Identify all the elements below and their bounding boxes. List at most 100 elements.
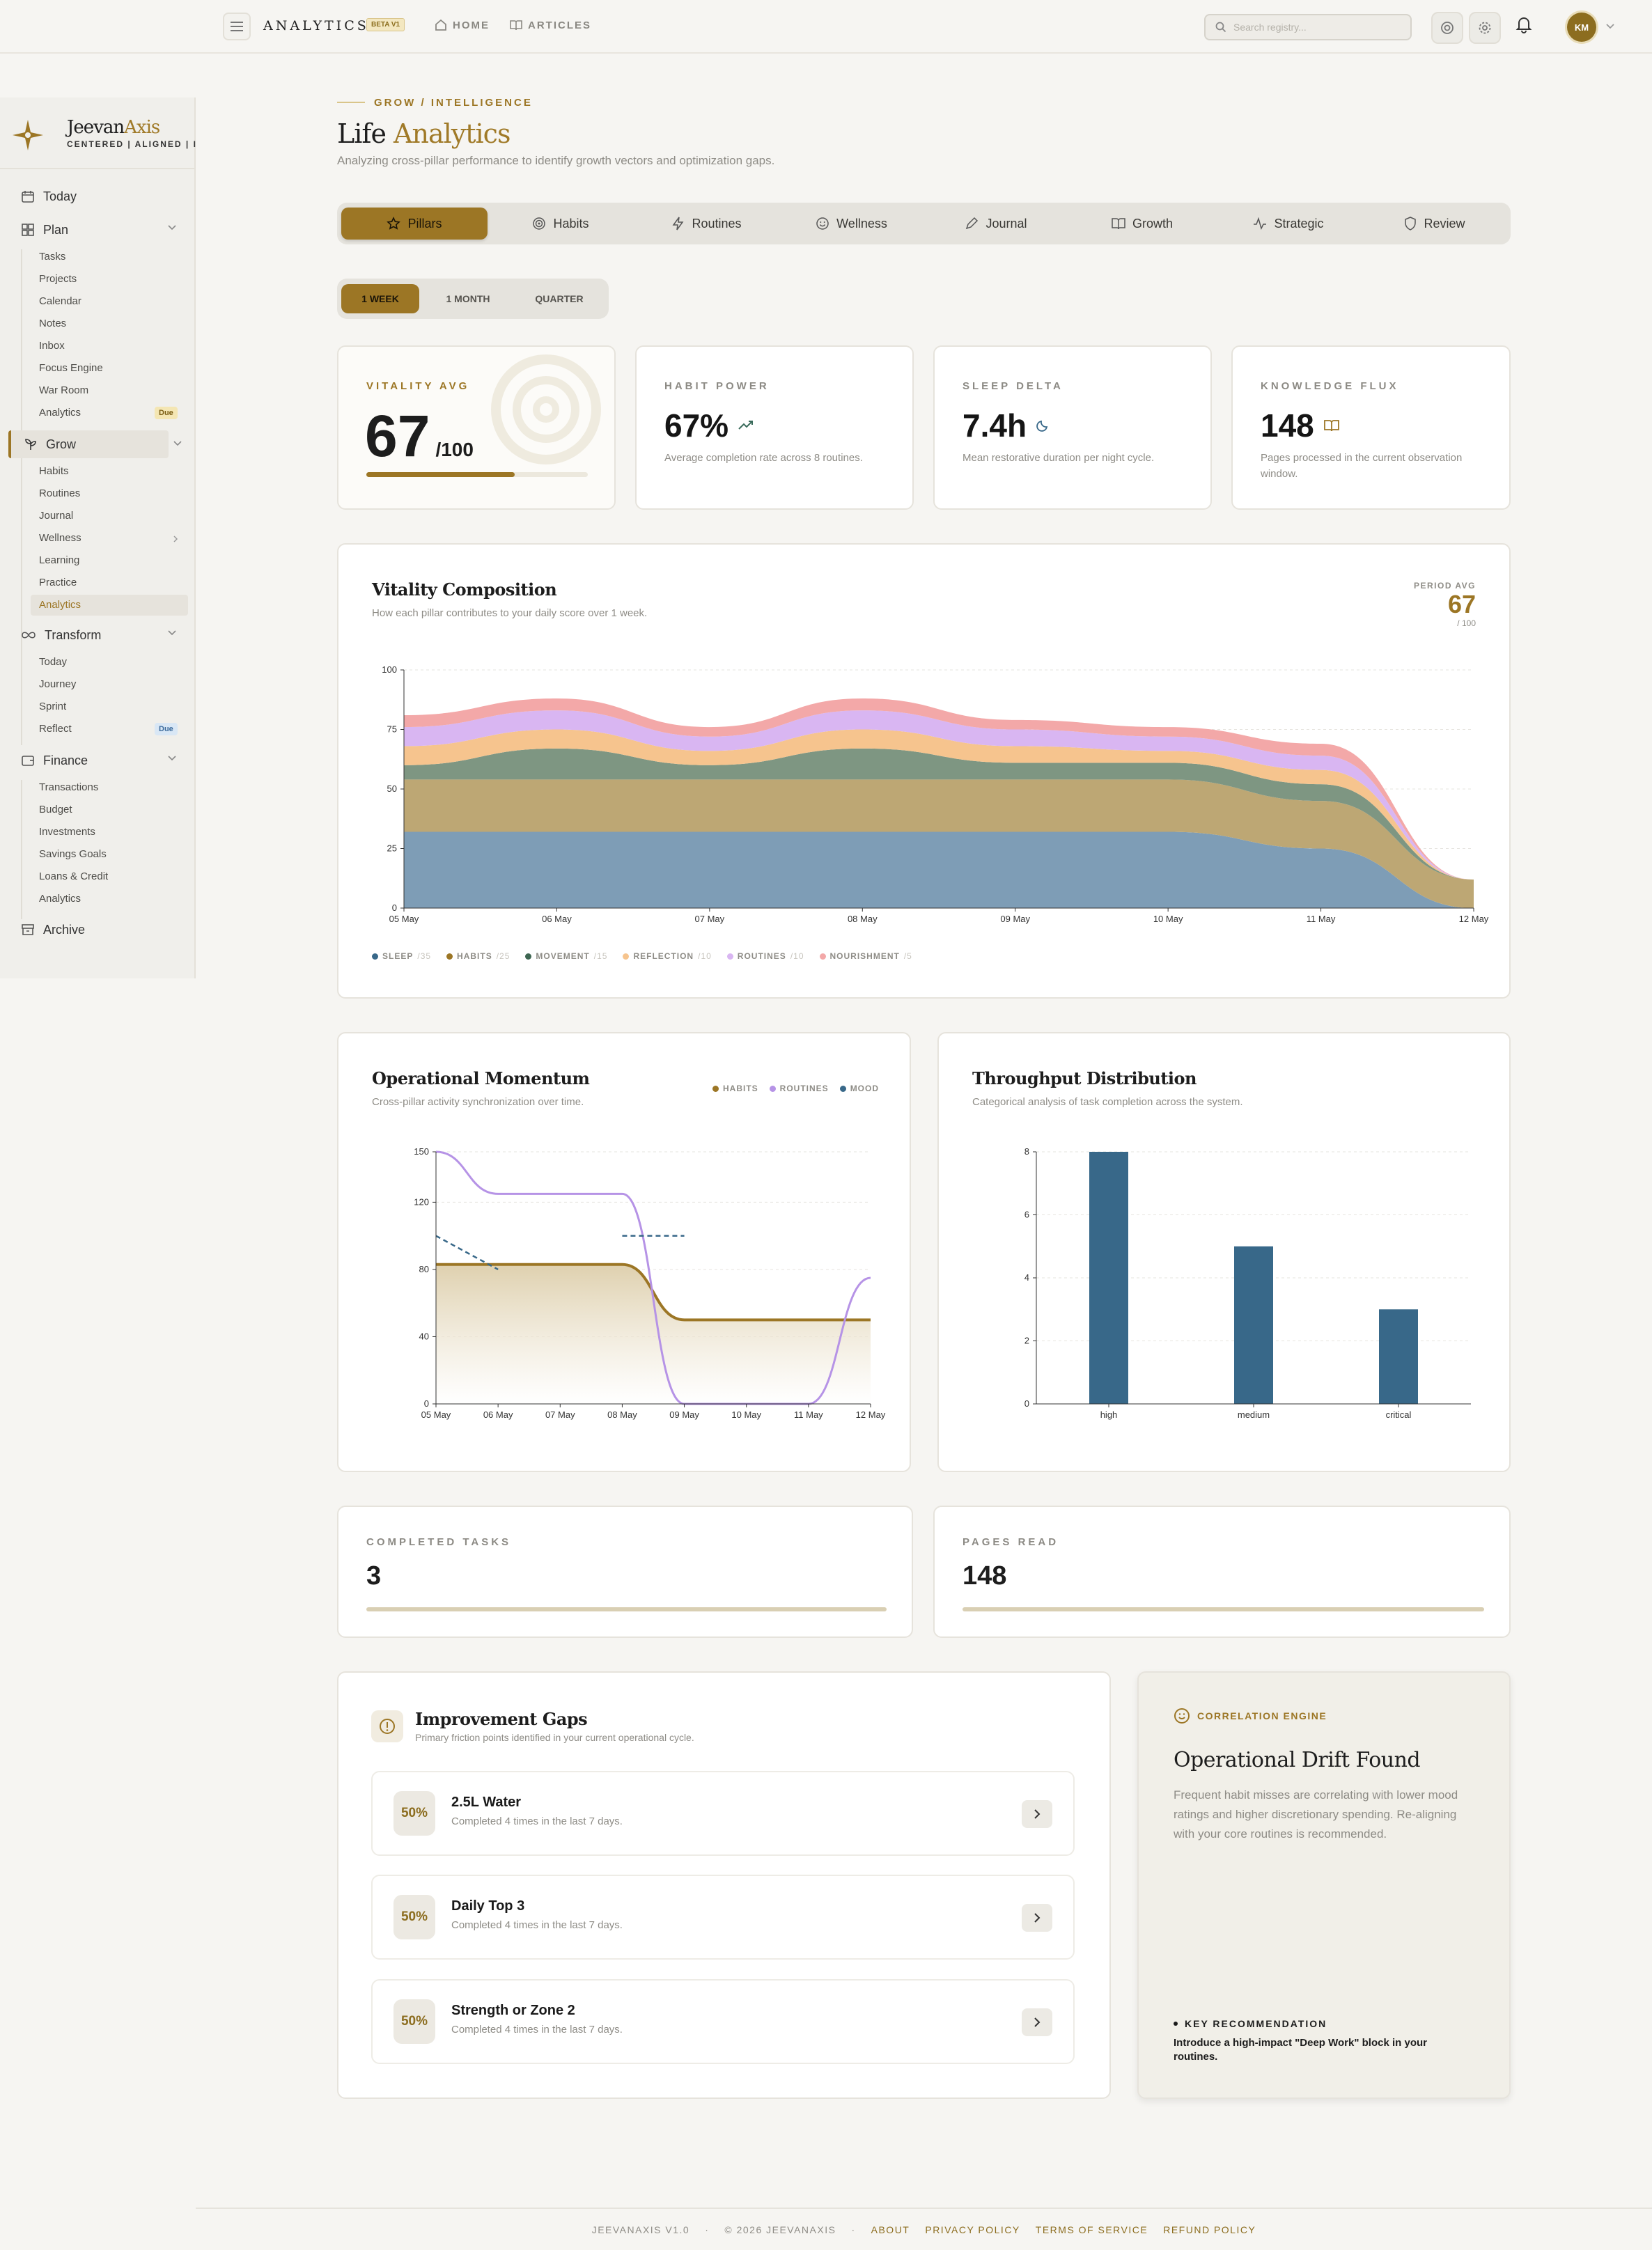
sidebar-item-transform-today[interactable]: Today	[39, 656, 67, 668]
nav-articles[interactable]: ARTICLES	[510, 19, 591, 31]
chevron-down-icon[interactable]	[167, 224, 177, 231]
sidebar-section-plan[interactable]: Plan	[8, 216, 187, 244]
sidebar-item-calendar[interactable]: Calendar	[39, 295, 81, 307]
gap-item[interactable]: 50% Strength or Zone 2 Completed 4 times…	[371, 1979, 1075, 2064]
footer-separator: ·	[705, 2224, 710, 2235]
habit-power-value-row: 67%	[664, 407, 754, 444]
sidebar-item-notes[interactable]: Notes	[39, 318, 66, 329]
sidebar-item-today[interactable]: Today	[8, 182, 187, 210]
gap-pct: 50%	[393, 1895, 435, 1939]
gap-open-button[interactable]	[1022, 2008, 1052, 2036]
menu-button[interactable]	[223, 13, 251, 40]
sidebar-item-finance-analytics[interactable]: Analytics	[39, 893, 81, 905]
tab-pillars[interactable]: Pillars	[341, 208, 488, 240]
vitality-progress-track	[366, 472, 588, 477]
tab-routines[interactable]: Routines	[641, 208, 773, 240]
x-tick-label: 09 May	[1000, 914, 1030, 924]
tab-wellness-label: Wellness	[836, 216, 887, 231]
support-button[interactable]	[1431, 12, 1463, 44]
sidebar-item-sprint[interactable]: Sprint	[39, 701, 66, 712]
x-tick-label: 12 May	[856, 1409, 886, 1420]
tab-review[interactable]: Review	[1369, 208, 1501, 240]
sidebar-item-wellness[interactable]: Wellness	[39, 532, 81, 544]
legend-label: ROUTINES	[737, 951, 786, 961]
chevron-down-icon[interactable]	[1605, 23, 1615, 30]
sidebar-item-loans-credit[interactable]: Loans & Credit	[39, 870, 108, 882]
sidebar-item-habits[interactable]: Habits	[39, 465, 69, 477]
sidebar-item-reflect[interactable]: Reflect	[39, 723, 72, 735]
notifications-button[interactable]	[1515, 15, 1536, 39]
sidebar-item-journal[interactable]: Journal	[39, 510, 73, 522]
bell-icon	[1515, 17, 1532, 33]
sidebar-item-journey[interactable]: Journey	[39, 678, 76, 690]
sidebar-brand[interactable]: JeevanAxis CENTERED | ALIGNED | IN	[0, 97, 196, 169]
chevron-right-icon[interactable]	[172, 535, 179, 543]
sidebar-item-projects[interactable]: Projects	[39, 273, 77, 285]
chevron-down-icon[interactable]	[167, 630, 177, 636]
tab-growth-label: Growth	[1132, 216, 1174, 231]
footer-link-refund[interactable]: REFUND POLICY	[1163, 2224, 1256, 2235]
legend-dot	[726, 953, 733, 960]
period-1-week[interactable]: 1 WEEK	[341, 284, 419, 313]
tab-wellness[interactable]: Wellness	[787, 208, 916, 240]
sidebar-section-grow[interactable]: Grow	[8, 430, 169, 458]
sidebar-section-transform[interactable]: Transform	[8, 621, 187, 649]
tab-journal[interactable]: Journal	[933, 208, 1059, 240]
tab-strategic-label: Strategic	[1274, 216, 1324, 231]
sidebar-section-finance[interactable]: Finance	[8, 747, 187, 774]
sidebar-item-plan-analytics[interactable]: Analytics	[39, 407, 81, 419]
transform-tree-line	[21, 655, 22, 745]
legend-weight: /5	[903, 951, 912, 961]
sidebar-item-practice[interactable]: Practice	[39, 577, 77, 588]
completed-tasks-label: COMPLETED TASKS	[366, 1536, 512, 1548]
sidebar-item-grow-analytics[interactable]: Analytics	[39, 599, 81, 611]
chevron-down-icon[interactable]	[167, 755, 177, 762]
gap-item[interactable]: 50% Daily Top 3 Completed 4 times in the…	[371, 1875, 1075, 1960]
sidebar-item-focus-engine[interactable]: Focus Engine	[39, 362, 103, 374]
period-quarter[interactable]: QUARTER	[517, 284, 602, 313]
legend-dot	[446, 953, 453, 960]
sidebar-item-inbox[interactable]: Inbox	[39, 340, 65, 352]
chevron-right-icon	[1034, 1809, 1041, 1819]
gap-item[interactable]: 50% 2.5L Water Completed 4 times in the …	[371, 1771, 1075, 1856]
tab-habits[interactable]: Habits	[498, 208, 623, 240]
sidebar-item-archive[interactable]: Archive	[8, 916, 187, 944]
tab-growth[interactable]: Growth	[1076, 208, 1208, 240]
footer-link-terms[interactable]: TERMS OF SERVICE	[1036, 2224, 1148, 2235]
footer-link-about[interactable]: ABOUT	[871, 2224, 910, 2235]
sidebar-item-investments[interactable]: Investments	[39, 826, 95, 838]
footer-link-privacy[interactable]: PRIVACY POLICY	[925, 2224, 1020, 2235]
sidebar-item-tasks[interactable]: Tasks	[39, 251, 65, 263]
tab-strategic[interactable]: Strategic	[1222, 208, 1355, 240]
gap-open-button[interactable]	[1022, 1800, 1052, 1828]
nav-articles-label: ARTICLES	[528, 19, 591, 31]
sidebar-item-transactions[interactable]: Transactions	[39, 781, 98, 793]
sidebar-item-savings-goals[interactable]: Savings Goals	[39, 848, 107, 860]
sidebar-item-war-room[interactable]: War Room	[39, 384, 88, 396]
grid-icon	[22, 224, 34, 236]
alert-circle-icon	[380, 1719, 395, 1734]
y-tick-label: 120	[414, 1196, 429, 1207]
sidebar-item-routines[interactable]: Routines	[39, 487, 80, 499]
y-tick-label: 0	[392, 903, 397, 913]
y-tick-label: 25	[387, 843, 397, 854]
app-title: ANALYTICS	[263, 18, 369, 33]
settings-button[interactable]	[1469, 12, 1501, 44]
gap-name: Daily Top 3	[451, 1898, 525, 1914]
gap-open-button[interactable]	[1022, 1904, 1052, 1932]
target-watermark-icon	[491, 354, 601, 464]
y-tick-label: 40	[419, 1331, 429, 1341]
chevron-down-icon[interactable]	[173, 440, 182, 447]
vitality-progress-fill	[366, 472, 515, 477]
legend-label: NOURISHMENT	[829, 951, 900, 961]
sidebar-item-budget[interactable]: Budget	[39, 804, 72, 815]
sidebar-item-learning[interactable]: Learning	[39, 554, 79, 566]
avatar[interactable]: KM	[1567, 13, 1596, 42]
search-box[interactable]: Search registry...	[1204, 14, 1412, 40]
footer-separator: ·	[851, 2224, 856, 2235]
period-1-month[interactable]: 1 MONTH	[426, 284, 510, 313]
compass-logo-icon	[13, 120, 43, 150]
vitality-legend: SLEEP/35 HABITS/25 MOVEMENT/15 REFLECTION/1…	[372, 951, 912, 961]
search-input[interactable]: Search registry...	[1233, 22, 1307, 33]
nav-home[interactable]: HOME	[435, 19, 490, 31]
